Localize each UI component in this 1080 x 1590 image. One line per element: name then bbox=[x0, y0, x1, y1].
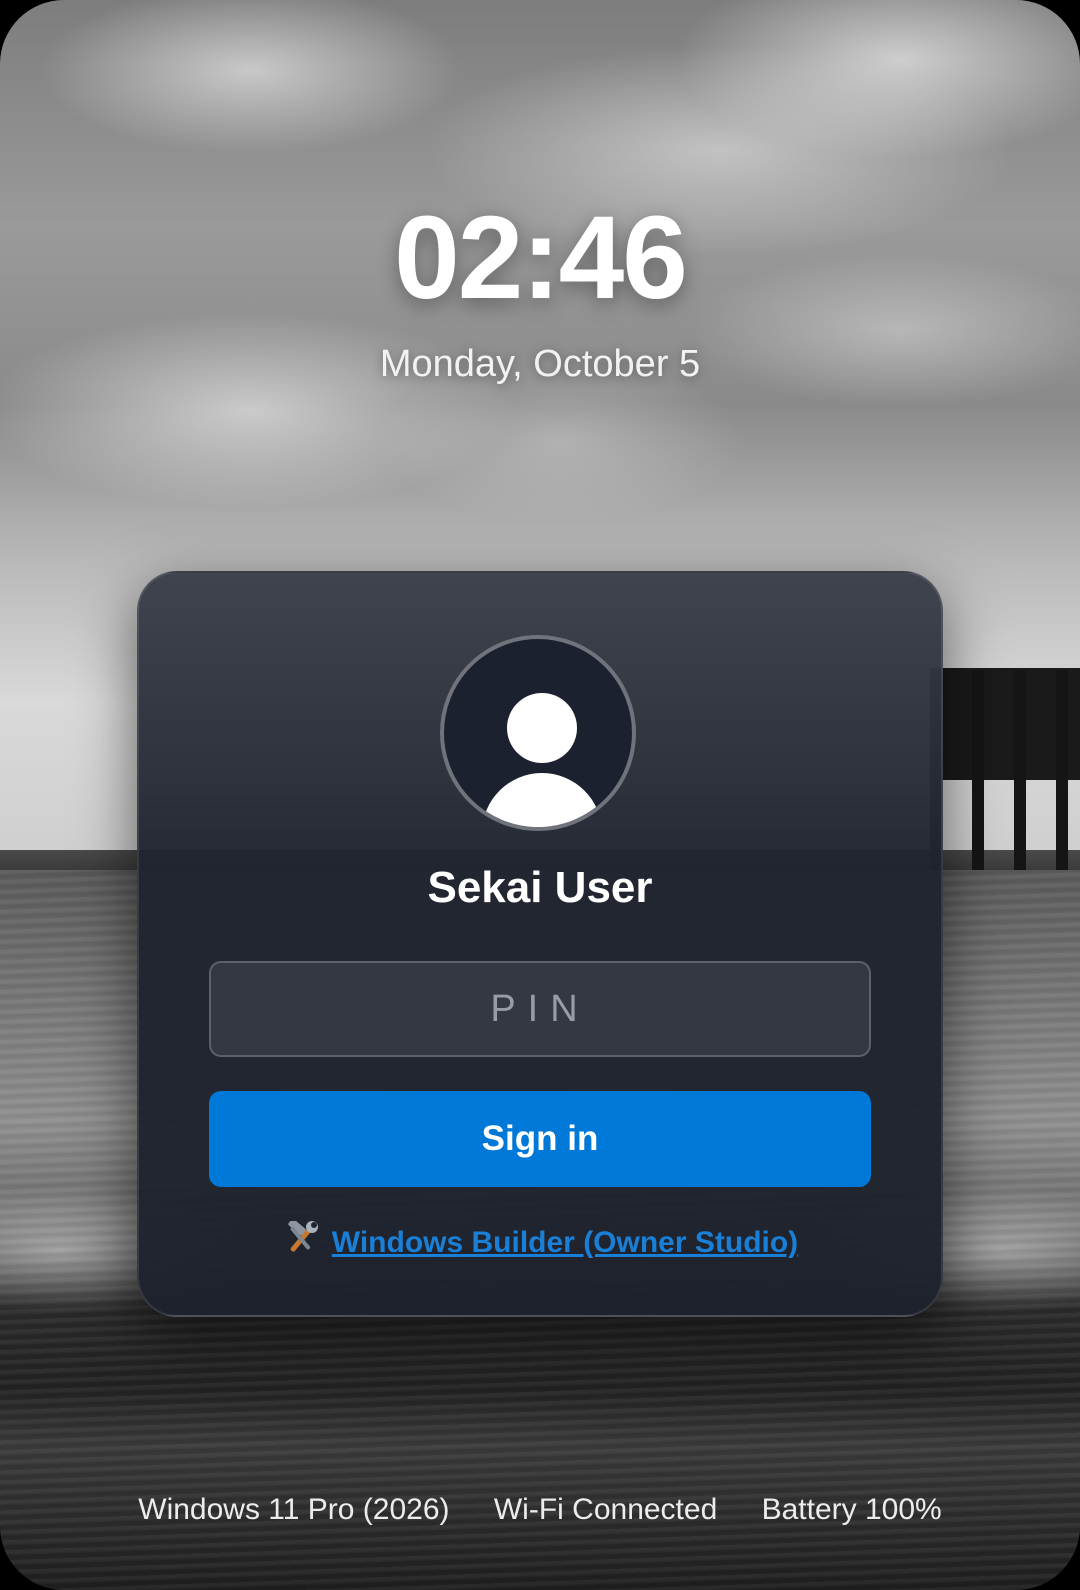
status-bar: Windows 11 Pro (2026) Wi-Fi Connected Ba… bbox=[0, 1493, 1080, 1527]
sign-in-button[interactable]: Sign in bbox=[209, 1091, 871, 1187]
background-pier bbox=[930, 670, 1080, 870]
wifi-status-text: Wi-Fi Connected bbox=[493, 1493, 718, 1526]
builder-link-row: Windows Builder (Owner Studio) bbox=[139, 1218, 941, 1263]
battery-status-text: Battery 100% bbox=[761, 1493, 942, 1526]
avatar bbox=[440, 635, 636, 831]
windows-builder-link[interactable]: Windows Builder (Owner Studio) bbox=[332, 1226, 798, 1259]
avatar-head-shape bbox=[507, 693, 577, 763]
username-label: Sekai User bbox=[427, 863, 653, 912]
avatar-body-shape bbox=[482, 773, 602, 827]
os-version-text: Windows 11 Pro (2026) bbox=[138, 1493, 450, 1526]
login-card: Sekai User Sign in Windows Builder (Owne… bbox=[137, 571, 943, 1317]
lock-screen: 02:46 Monday, October 5 Sekai User Sign … bbox=[0, 0, 1080, 1590]
pin-input[interactable] bbox=[209, 961, 871, 1057]
hammer-and-wrench-icon bbox=[282, 1218, 320, 1263]
lockscreen-clock: 02:46 bbox=[394, 192, 688, 324]
lockscreen-date: Monday, October 5 bbox=[379, 343, 701, 385]
